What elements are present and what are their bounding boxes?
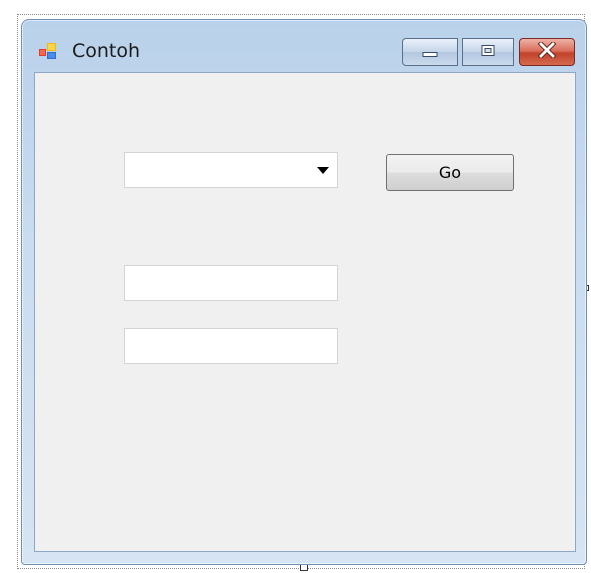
chevron-down-icon[interactable] xyxy=(317,167,329,174)
maximize-button[interactable] xyxy=(462,38,514,66)
form-window: Contoh Go xyxy=(21,19,587,565)
text-input-2[interactable] xyxy=(124,328,338,364)
minimize-button[interactable] xyxy=(402,38,458,66)
form-icon xyxy=(39,42,59,60)
client-area: Go xyxy=(34,72,576,552)
text-input-1[interactable] xyxy=(124,265,338,301)
dropdown-combobox[interactable] xyxy=(124,152,338,188)
go-button[interactable]: Go xyxy=(386,154,514,191)
close-icon xyxy=(537,40,557,62)
close-button[interactable] xyxy=(519,38,575,66)
minimize-icon xyxy=(422,43,438,62)
maximize-icon xyxy=(480,43,496,62)
window-title: Contoh xyxy=(72,40,141,62)
title-bar[interactable]: Contoh xyxy=(22,20,586,74)
